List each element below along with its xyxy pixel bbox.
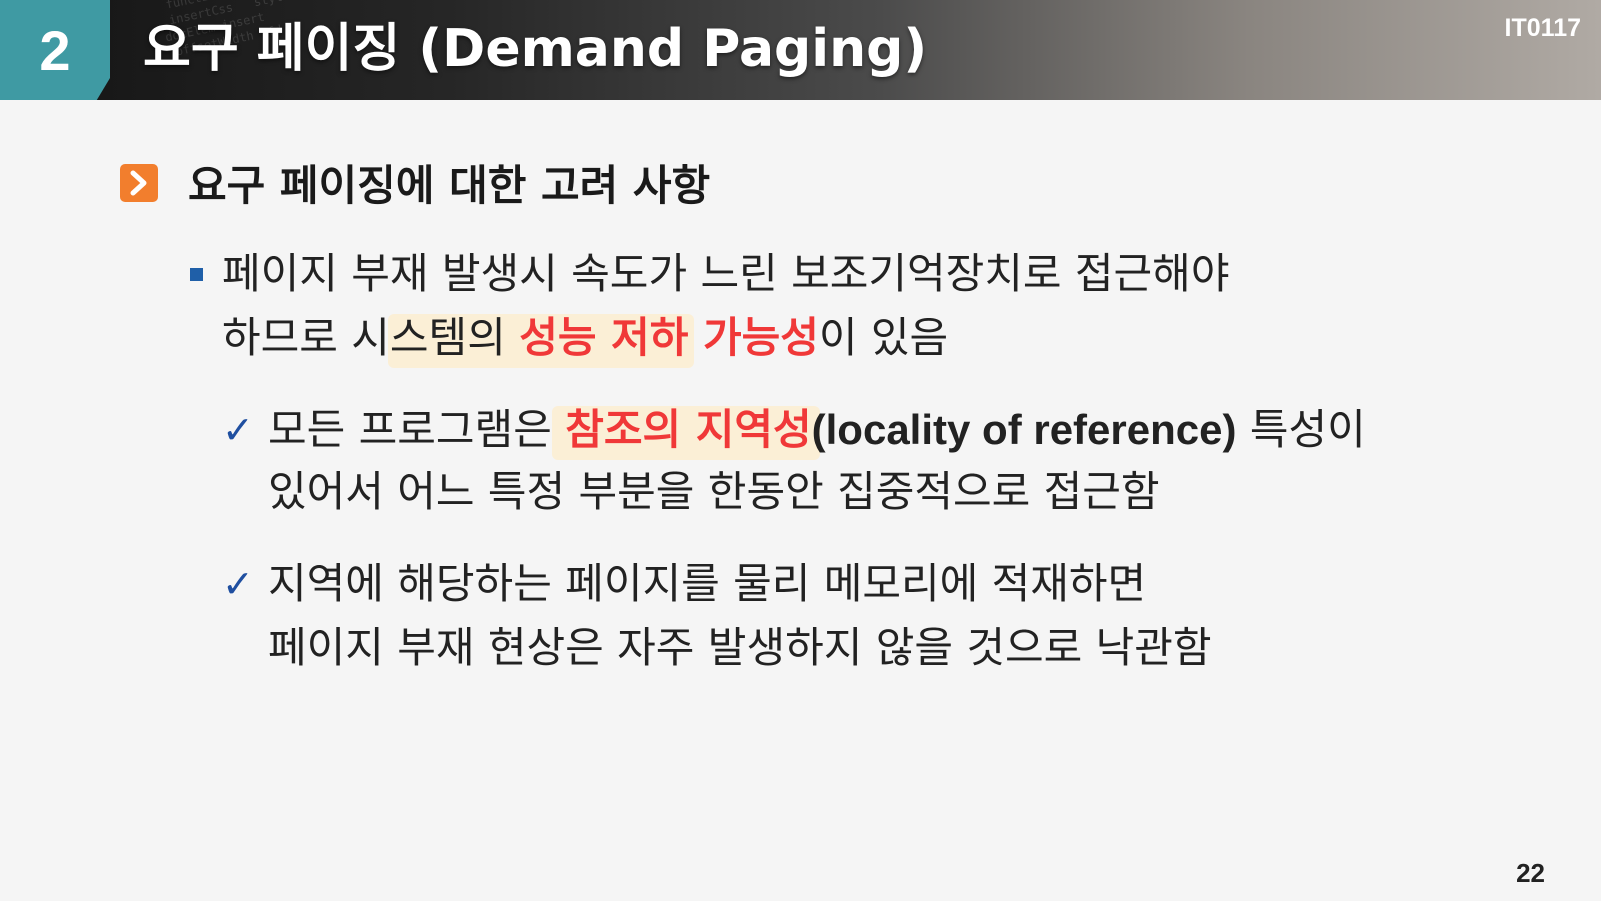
chevron-right-icon [120,163,158,202]
bullet1-line1: 페이지 부재 발생시 속도가 느린 보조기억장치로 접근해야 [222,249,1230,298]
bullet1-line2-prefix: 하므로 시스템의 [222,313,520,362]
page-number: 22 [1516,858,1545,888]
bullet1-line2-suffix: 이 있음 [818,313,949,362]
check1-line1-prefix: 모든 프로그램은 [268,405,566,454]
course-code: IT0117 [1504,14,1581,42]
check1-line1: 모든 프로그램은 참조의 지역성(locality of reference) … [268,402,1366,458]
check2-line1: 지역에 해당하는 페이지를 물리 메모리에 적재하면 [268,559,1147,608]
section-heading-text: 요구 페이징에 대한 고려 사항 [188,161,711,210]
slide-title: 요구 페이징 (Demand Paging) [143,19,928,79]
check2-line2: 페이지 부재 현상은 자주 발생하지 않을 것으로 낙관함 [268,623,1212,672]
check1-line1-suffix: 특성이 [1236,405,1366,454]
slide-header: function( insertCss style docElem insert… [0,0,1601,100]
slide-body: 요구 페이징에 대한 고려 사항 페이지 부재 발생시 속도가 느린 보조기억장… [0,100,1601,901]
section-heading: 요구 페이징에 대한 고려 사항 [120,152,710,213]
checkmark-icon: ✓ [222,408,254,452]
bullet1-line2: 하므로 시스템의 성능 저하 가능성이 있음 [222,310,948,366]
checkmark-icon: ✓ [222,562,254,606]
check1-emphasis: 참조의 지역성 [565,405,812,454]
check1-line2: 있어서 어느 특정 부분을 한동안 집중적으로 접근함 [268,467,1160,516]
square-bullet-icon [190,268,203,281]
bullet1-emphasis: 성능 저하 가능성 [519,313,819,362]
section-number-badge: 2 [0,0,110,100]
check1-latin-term: (locality of reference) [811,406,1237,453]
